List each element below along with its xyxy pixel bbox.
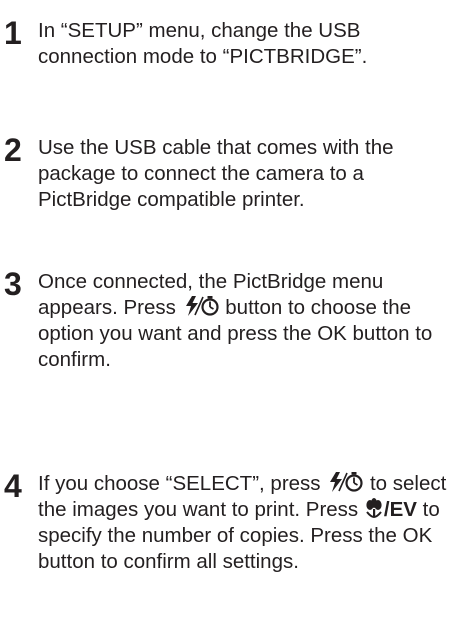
step-3: 3 Once connected, the PictBridge menu ap… [4, 266, 453, 373]
step-text: Use the USB cable that comes with the pa… [38, 136, 394, 211]
ev-label: /EV [383, 498, 417, 521]
step-number: 4 [4, 468, 22, 504]
step-text: In “SETUP” menu, change the USB connecti… [38, 19, 368, 68]
step-text: If you choose “SELECT”, press to select … [38, 471, 453, 575]
step-number: 2 [4, 132, 22, 168]
step-number: 1 [4, 15, 22, 51]
step-text-part: If you choose “SELECT”, press [38, 472, 327, 495]
step-2: 2 Use the USB cable that comes with the … [4, 132, 453, 213]
step-4: 4 If you choose “SELECT”, press to selec… [4, 468, 453, 575]
step-number: 3 [4, 266, 22, 302]
macro-icon [365, 497, 383, 519]
step-1: 1 In “SETUP” menu, change the USB connec… [4, 15, 453, 70]
step-text: Once connected, the PictBridge menu appe… [38, 269, 453, 373]
flash-self-timer-icon [327, 471, 363, 493]
flash-self-timer-icon [183, 295, 219, 317]
